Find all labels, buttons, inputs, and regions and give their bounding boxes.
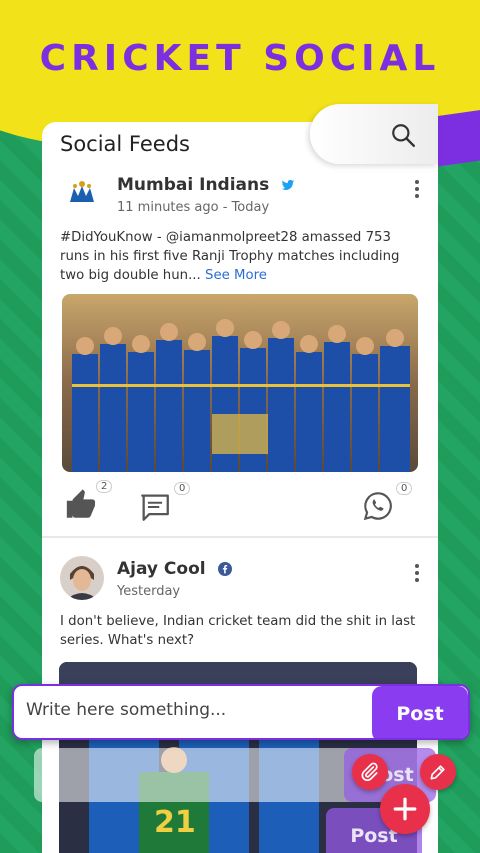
app-title: CRICKET SOCIAL — [39, 38, 441, 79]
more-options-icon[interactable] — [414, 180, 420, 202]
twitter-icon — [282, 179, 295, 190]
like-count: 2 — [96, 480, 113, 493]
more-options-icon[interactable] — [414, 564, 420, 586]
post-timestamp: Yesterday — [117, 584, 181, 599]
add-button[interactable] — [380, 784, 430, 834]
user-photo — [60, 556, 104, 600]
share-count: 0 — [396, 482, 413, 495]
pencil-icon — [430, 765, 445, 780]
comment-button[interactable]: 0 — [138, 482, 191, 526]
post-author-name: Mumbai Indians — [117, 175, 270, 195]
svg-text:21: 21 — [154, 805, 196, 840]
see-more-link[interactable]: See More — [205, 268, 267, 283]
post-text: #DidYouKnow - @iamanmolpreet28 amassed 7… — [60, 230, 400, 283]
post-author[interactable]: Mumbai Indians — [117, 175, 295, 195]
whatsapp-share-button[interactable]: 0 — [362, 482, 413, 526]
social-feed-card: Social Feeds Mumbai Indians 11 minutes a… — [42, 122, 438, 853]
comment-count: 0 — [174, 482, 191, 495]
post-author-name: Ajay Cool — [117, 559, 206, 579]
post-composer: Post — [12, 684, 470, 740]
like-button[interactable]: 2 — [64, 480, 113, 524]
facebook-icon — [217, 562, 232, 576]
comment-icon — [141, 494, 169, 521]
avatar[interactable] — [60, 556, 104, 600]
feed-title: Social Feeds — [60, 132, 190, 156]
plus-icon — [393, 797, 417, 821]
search-button[interactable] — [310, 104, 438, 164]
post-text: I don't believe, Indian cricket team did… — [60, 614, 416, 648]
search-icon — [392, 124, 416, 148]
post-image[interactable] — [62, 294, 418, 472]
post-divider — [42, 536, 438, 538]
post-text-input[interactable] — [26, 700, 366, 720]
paperclip-icon — [361, 762, 378, 782]
thumbs-up-icon — [66, 489, 96, 518]
edit-button[interactable] — [420, 754, 456, 790]
mumbai-indians-logo-icon — [60, 172, 104, 216]
avatar[interactable] — [60, 172, 104, 216]
post-button[interactable]: Post — [372, 686, 468, 738]
whatsapp-icon — [363, 492, 392, 521]
post-author[interactable]: Ajay Cool — [117, 559, 232, 579]
post-timestamp: 11 minutes ago - Today — [117, 200, 270, 215]
attach-button[interactable] — [352, 754, 388, 790]
team-celebration-photo — [62, 294, 418, 472]
